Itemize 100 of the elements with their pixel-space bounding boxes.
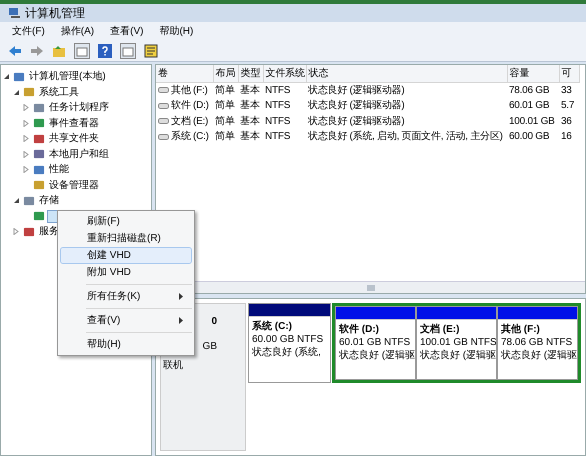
- forward-arrow-icon[interactable]: [30, 44, 44, 56]
- partition-name: 文档 (E:): [420, 323, 460, 336]
- partition-size: 78.06 GB NTFS: [501, 336, 574, 349]
- node-icon: [33, 117, 45, 130]
- console-tree-icon[interactable]: [74, 42, 90, 58]
- table-cell: 基本: [238, 82, 263, 98]
- table-cell-text: 简单: [214, 114, 236, 129]
- tree-item[interactable]: 本地用户和组: [47, 146, 111, 162]
- context-menu-item[interactable]: 所有任务(K): [60, 288, 192, 305]
- partition-name: 软件 (D:): [339, 323, 380, 336]
- context-menu-item[interactable]: 附加 VHD: [60, 264, 192, 281]
- table-cell-text: 60.01 GB: [508, 99, 550, 114]
- drive-icon: [158, 102, 169, 108]
- node-icon: [33, 132, 45, 145]
- submenu-arrow-icon: [179, 317, 183, 324]
- table-cell-text: 36: [560, 114, 573, 129]
- node-icon: [13, 70, 25, 83]
- context-menu-item[interactable]: 创建 VHD: [60, 247, 192, 264]
- column-header[interactable]: 可: [559, 65, 579, 82]
- table-cell-text: 基本: [239, 130, 260, 144]
- menu-item[interactable]: 文件(F): [12, 24, 45, 38]
- table-cell-text: 16: [560, 130, 573, 144]
- column-header[interactable]: 容量: [507, 65, 559, 82]
- table-cell-text: 系统 (C:): [171, 130, 209, 144]
- menu-item[interactable]: 操作(A): [60, 24, 94, 38]
- table-cell-text: 文档 (E:): [171, 114, 208, 128]
- table-cell-text: NTFS: [264, 114, 292, 129]
- table-cell-text: 基本: [239, 114, 260, 129]
- column-header[interactable]: 布局: [213, 65, 238, 82]
- table-cell-text: 60.00 GB: [508, 130, 550, 144]
- table-cell: 78.06 GB: [507, 82, 559, 98]
- table-cell-text: 状态良好 (系统, 启动, 页面文件, 活动, 主分区): [307, 130, 504, 144]
- expand-triangle-icon[interactable]: [23, 120, 29, 127]
- node-icon: [33, 210, 45, 222]
- expand-triangle-icon[interactable]: [23, 166, 29, 174]
- tree-item[interactable]: 任务计划程序: [47, 100, 111, 116]
- node-icon: [33, 102, 45, 114]
- partition-status: 状态良好 (系统,: [252, 346, 322, 359]
- menu-item[interactable]: 帮助(H): [159, 24, 194, 38]
- table-cell-text: 简单: [214, 130, 236, 144]
- context-menu-item[interactable]: 帮助(H): [60, 336, 192, 353]
- expand-triangle-icon[interactable]: [23, 104, 29, 112]
- table-cell: 状态良好 (逻辑驱动器): [306, 82, 507, 98]
- tree-item[interactable]: 系统工具: [37, 84, 81, 100]
- window-title: 计算机管理: [25, 5, 85, 22]
- collapse-triangle-icon[interactable]: [13, 197, 19, 204]
- column-header[interactable]: 类型: [238, 65, 263, 82]
- collapse-triangle-icon[interactable]: [13, 88, 19, 96]
- partition-name: 系统 (C:): [252, 320, 293, 333]
- tree-item[interactable]: 设备管理器: [47, 178, 101, 193]
- table-cell: 33: [559, 82, 579, 98]
- folder-up-icon[interactable]: [52, 44, 66, 58]
- tree-item[interactable]: 性能: [47, 162, 71, 178]
- drive-icon: [158, 134, 169, 140]
- tree-item[interactable]: 存储: [37, 193, 61, 208]
- table-cell-text: 状态良好 (逻辑驱动器): [307, 98, 406, 114]
- partition-name: 其他 (F:): [501, 323, 541, 336]
- table-cell-text: 简单: [214, 98, 236, 114]
- table-cell: NTFS: [263, 82, 306, 98]
- action-pane-icon[interactable]: [120, 42, 136, 58]
- context-menu-item[interactable]: 查看(V): [60, 312, 192, 329]
- expand-triangle-icon[interactable]: [13, 228, 19, 236]
- node-icon: [33, 148, 45, 160]
- node-icon: [23, 194, 35, 207]
- context-menu-item[interactable]: 重新扫描磁盘(R): [60, 230, 192, 247]
- column-header[interactable]: 状态: [306, 65, 507, 82]
- table-cell-text: 软件 (D:): [171, 99, 209, 113]
- collapse-triangle-icon[interactable]: [3, 73, 9, 80]
- table-cell-text: 5.7: [560, 99, 576, 114]
- expand-triangle-icon[interactable]: [23, 135, 29, 142]
- properties-icon[interactable]: [144, 44, 158, 58]
- help-icon[interactable]: [98, 44, 112, 58]
- submenu-arrow-icon: [179, 293, 183, 300]
- computer-icon: [8, 7, 21, 19]
- node-icon: [33, 179, 45, 192]
- table-cell-text: 100.01 GB: [508, 114, 556, 129]
- tree-item[interactable]: 共享文件夹: [47, 131, 101, 146]
- table-cell-text: NTFS: [264, 130, 292, 144]
- disk-status: 联机: [163, 358, 183, 373]
- disk-label: 0: [211, 315, 217, 329]
- node-icon: [23, 86, 35, 98]
- node-icon: [33, 164, 45, 176]
- table-cell-text: 其他 (F:): [171, 84, 208, 98]
- tree-item[interactable]: 事件查看器: [47, 116, 101, 131]
- expand-triangle-icon[interactable]: [23, 150, 29, 158]
- tree-item[interactable]: 服务: [37, 224, 61, 240]
- menu-item[interactable]: 查看(V): [110, 24, 144, 38]
- context-menu-item[interactable]: 刷新(F): [60, 213, 192, 230]
- disk-size: GB: [202, 340, 217, 354]
- column-header[interactable]: 卷: [156, 65, 213, 82]
- table-cell-text: 状态良好 (逻辑驱动器): [307, 114, 406, 129]
- partition-size: 60.00 GB NTFS: [252, 333, 324, 346]
- tree-item[interactable]: 计算机管理(本地): [27, 69, 108, 84]
- drive-icon: [158, 118, 169, 124]
- node-icon: [23, 226, 35, 238]
- table-cell: 简单: [213, 82, 238, 98]
- back-arrow-icon[interactable]: [8, 44, 22, 56]
- partition-size: 60.01 GB NTFS: [339, 336, 412, 349]
- drive-icon: [158, 87, 169, 93]
- column-header[interactable]: 文件系统: [263, 65, 306, 82]
